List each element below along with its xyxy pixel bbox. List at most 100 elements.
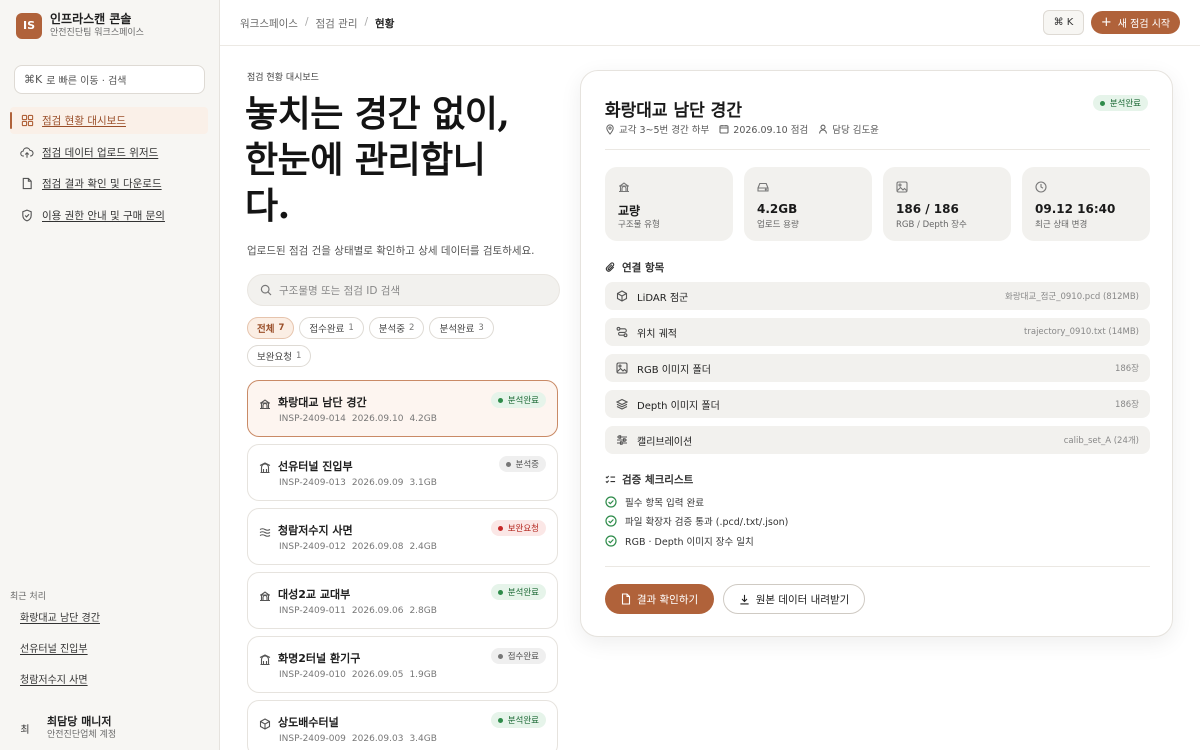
chip-count: 1	[348, 323, 354, 333]
item-date: 2026.09.03	[351, 734, 404, 744]
org-subtitle: 안전진단팀 워크스페이스	[50, 28, 144, 38]
checklist-title: 검증 체크리스트	[605, 472, 693, 487]
recent-list: 화랑대교 남단 경간 선유터널 진입부 청람저수지 사면	[20, 612, 100, 705]
page-title-line: 다.	[245, 185, 290, 227]
command-palette-button[interactable]: ⌘ K	[1043, 10, 1084, 35]
linked-items-label: 연결 항목	[622, 262, 665, 274]
detail-panel: 화랑대교 남단 경간 분석완료 교각 3~5번 경간 하부 2026.09.10…	[580, 70, 1173, 637]
item-meta: INSP-2409-010 2026.09.05 1.9GB	[279, 670, 443, 680]
check-circle-icon	[605, 496, 617, 508]
chip-label: 분석중	[378, 324, 406, 335]
check-circle-icon	[605, 535, 617, 547]
item-title: 화랑대교 남단 경간	[278, 396, 367, 409]
linked-item-label: RGB 이미지 폴더	[637, 364, 711, 376]
status-badge: 접수완료	[490, 648, 546, 664]
item-meta: INSP-2409-013 2026.09.09 3.1GB	[279, 478, 443, 488]
item-title: 대성2교 교대부	[278, 588, 351, 601]
nav-item-results[interactable]: 점검 결과 확인 및 다운로드	[10, 170, 208, 197]
checklist-item-text: RGB · Depth 이미지 장수 일치	[625, 536, 754, 548]
user-profile[interactable]: 최 최담당 매니저 안전진단업체 계정	[0, 706, 219, 750]
breadcrumb-current: 현황	[375, 18, 395, 30]
item-date: 2026.09.08	[351, 542, 404, 552]
status-badge: 분석완료	[490, 712, 546, 728]
item-size: 2.8GB	[409, 606, 437, 616]
box-icon	[259, 715, 271, 730]
item-meta: INSP-2409-014 2026.09.10 4.2GB	[279, 414, 443, 424]
status-badge: 분석중	[498, 456, 546, 472]
bridge-icon	[259, 395, 271, 410]
linked-item-trajectory[interactable]: 위치 궤적 trajectory_0910.txt (14MB)	[605, 318, 1150, 346]
download-raw-data-button[interactable]: 원본 데이터 내려받기	[723, 584, 865, 614]
item-size: 4.2GB	[409, 414, 437, 424]
item-date: 2026.09.06	[351, 606, 404, 616]
linked-item-value: trajectory_0910.txt (14MB)	[1024, 327, 1139, 337]
bridge-icon	[618, 178, 630, 197]
linked-item-label: 캘리브레이션	[637, 436, 693, 448]
recent-item[interactable]: 선유터널 진입부	[20, 643, 100, 674]
checklist-item: 필수 항목 입력 완료	[605, 492, 788, 512]
stat-value: 4.2GB	[757, 202, 798, 216]
detail-location: 교각 3~5번 경간 하부	[605, 122, 709, 136]
quick-search-placeholder: 로 빠른 이동 · 검색	[46, 76, 127, 87]
nav-item-permissions[interactable]: 이용 권한 안내 및 구매 문의	[10, 202, 208, 229]
status-badge-label: 분석완료	[507, 716, 539, 726]
stat-label: 업로드 용량	[757, 220, 799, 230]
breadcrumb-workspace[interactable]: 워크스페이스	[240, 16, 298, 31]
breadcrumb-inspection[interactable]: 점검 관리	[316, 16, 358, 31]
water-icon	[259, 523, 271, 537]
image-icon	[896, 178, 908, 197]
paperclip-icon	[605, 262, 615, 272]
avatar: 최	[20, 724, 30, 736]
list-item[interactable]: 선유터널 진입부 분석중 INSP-2409-013 2026.09.09 3.1G…	[247, 444, 558, 501]
org-header[interactable]: IS 인프라스캔 콘솔 안전진단팀 워크스페이스	[16, 12, 144, 39]
linked-item-depth[interactable]: Depth 이미지 폴더 186장	[605, 390, 1150, 418]
org-logo: IS	[16, 12, 42, 39]
detail-date-text: 2026.09.10 점검	[733, 125, 809, 136]
new-inspection-button[interactable]: + 새 점검 시작	[1091, 11, 1180, 34]
list-item[interactable]: 청람저수지 사면 보완요청 INSP-2409-012 2026.09.08 2.4…	[247, 508, 558, 565]
check-circle-icon	[605, 515, 617, 527]
list-item[interactable]: 대성2교 교대부 분석완료 INSP-2409-011 2026.09.06 2.8…	[247, 572, 558, 629]
nav-item-dashboard[interactable]: 점검 현황 대시보드	[10, 107, 208, 134]
linked-item-value: 186장	[1114, 400, 1139, 410]
stat-value: 09.12 16:40	[1035, 202, 1116, 216]
checklist-item-text: 필수 항목 입력 완료	[625, 497, 704, 509]
item-id: INSP-2409-014	[279, 414, 346, 424]
filter-chip-received[interactable]: 접수완료 1	[299, 317, 364, 339]
stat-card-last-change: 09.12 16:40 최근 상태 변경	[1022, 167, 1150, 241]
tunnel-icon	[259, 459, 271, 474]
detail-status-badge: 분석완료	[1092, 95, 1148, 111]
route-icon	[616, 326, 628, 338]
item-date: 2026.09.09	[351, 478, 404, 488]
recent-item[interactable]: 화랑대교 남단 경간	[20, 612, 100, 643]
list-item[interactable]: 화랑대교 남단 경간 분석완료 INSP-2409-014 2026.09.10 4…	[247, 380, 558, 437]
inspection-list: 화랑대교 남단 경간 분석완료 INSP-2409-014 2026.09.10 4…	[247, 380, 558, 750]
linked-item-lidar[interactable]: LiDAR 점군 화랑대교_점군_0910.pcd (812MB)	[605, 282, 1150, 310]
chip-count: 3	[478, 323, 484, 333]
list-item[interactable]: 상도배수터널 분석완료 INSP-2409-009 2026.09.03 3.4GB	[247, 700, 558, 750]
dashboard-icon	[20, 114, 34, 128]
status-filter-chips: 전체 7 접수완료 1 분석중 2 분석완료 3 보완요청 1	[247, 317, 567, 373]
nav-label: 점검 데이터 업로드 위저드	[42, 146, 159, 159]
filter-chip-all[interactable]: 전체 7	[247, 317, 295, 339]
item-size: 3.1GB	[409, 478, 437, 488]
nav-label: 점검 현황 대시보드	[42, 115, 126, 127]
page-title-line: 놓치는 경간 없이,	[245, 93, 510, 135]
view-results-button[interactable]: 결과 확인하기	[605, 584, 714, 614]
linked-item-rgb[interactable]: RGB 이미지 폴더 186장	[605, 354, 1150, 382]
checklist-icon	[605, 475, 616, 484]
linked-item-value: calib_set_A (24개)	[1063, 436, 1139, 446]
filter-chip-analyzing[interactable]: 분석중 2	[368, 317, 425, 339]
list-item[interactable]: 화명2터널 환기구 접수완료 INSP-2409-010 2026.09.05 1.…	[247, 636, 558, 693]
page-title: 놓치는 경간 없이, 한눈에 관리합니 다.	[245, 91, 565, 229]
structure-search-input[interactable]: 구조물명 또는 점검 ID 검색	[247, 274, 560, 306]
page-title-line: 한눈에 관리합니	[245, 139, 486, 181]
recent-item[interactable]: 청람저수지 사면	[20, 674, 100, 705]
filter-chip-analyzed[interactable]: 분석완료 3	[429, 317, 494, 339]
recent-section-title: 최근 처리	[10, 592, 46, 602]
linked-item-calibration[interactable]: 캘리브레이션 calib_set_A (24개)	[605, 426, 1150, 454]
nav-label: 이용 권한 안내 및 구매 문의	[42, 209, 165, 222]
filter-chip-revision[interactable]: 보완요청 1	[247, 345, 312, 367]
quick-search-input[interactable]: ⌘K 로 빠른 이동 · 검색	[14, 65, 205, 94]
nav-item-upload[interactable]: 점검 데이터 업로드 위저드	[10, 139, 208, 166]
